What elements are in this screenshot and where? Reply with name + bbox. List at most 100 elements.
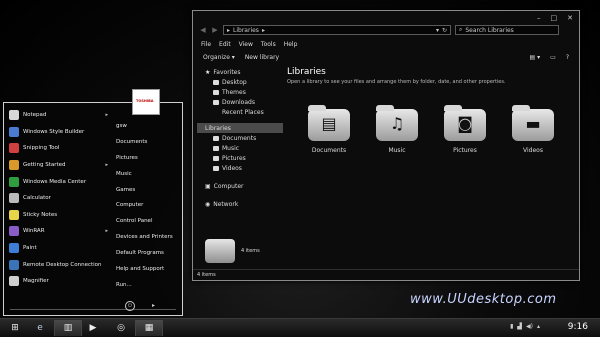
program-label: Paint <box>23 245 37 252</box>
menu-bar: File Edit View Tools Help <box>201 41 297 48</box>
library-list: ▤ Documents ♫ Music ◙ Pictures ▬ Videos <box>291 105 571 154</box>
start-menu-place[interactable]: Pictures <box>116 151 180 167</box>
start-menu-place[interactable]: Music <box>116 167 180 183</box>
start-menu-place[interactable]: Control Panel <box>116 214 180 230</box>
nav-themes[interactable]: Themes <box>197 87 283 97</box>
divider <box>10 309 176 310</box>
menu-help[interactable]: Help <box>284 41 298 48</box>
forward-icon[interactable]: ▶ <box>211 26 219 34</box>
program-icon <box>9 243 19 254</box>
nav-lib-music[interactable]: Music <box>197 143 283 153</box>
program-item[interactable]: Getting Started ▸ <box>6 157 110 174</box>
organize-button[interactable]: Organize ▾ <box>203 54 235 61</box>
program-item[interactable]: Magnifier <box>6 273 110 290</box>
program-item[interactable]: Paint <box>6 240 110 257</box>
submenu-arrow-icon[interactable]: ▸ <box>105 228 108 234</box>
taskbar-chrome[interactable]: ◎ <box>108 320 134 336</box>
nav-lib-pictures[interactable]: Pictures <box>197 153 283 163</box>
page-subtitle: Open a library to see your files and arr… <box>287 79 506 85</box>
submenu-arrow-icon[interactable]: ▸ <box>105 112 108 118</box>
library-pictures[interactable]: ◙ Pictures <box>435 105 495 154</box>
nav-downloads[interactable]: Downloads <box>197 97 283 107</box>
menu-file[interactable]: File <box>201 41 211 48</box>
address-dropdown-icon[interactable]: ▾ <box>436 27 439 34</box>
start-menu-place[interactable]: Run... <box>116 278 180 294</box>
start-button[interactable]: ⊞ <box>2 320 28 336</box>
folder-icon <box>213 89 219 95</box>
tray-expand-icon[interactable]: ▴ <box>537 323 540 330</box>
breadcrumb-libraries[interactable]: Libraries <box>233 27 259 34</box>
nav-favorites[interactable]: ★ Favorites <box>197 67 283 77</box>
submenu-arrow-icon[interactable]: ▸ <box>105 162 108 168</box>
start-menu-place[interactable]: Devices and Printers <box>116 230 180 246</box>
breadcrumb-dropdown-arrow[interactable]: ▸ <box>262 27 265 34</box>
nav-network[interactable]: ◉ Network <box>197 199 283 209</box>
nav-computer[interactable]: ▣ Computer <box>197 181 283 191</box>
new-library-button[interactable]: New library <box>245 54 279 61</box>
preview-pane-icon[interactable]: ▭ <box>550 54 556 61</box>
start-menu: Notepad ▸ Windows Style Builder Snipping To… <box>3 102 183 316</box>
start-menu-place[interactable]: Default Programs <box>116 246 180 262</box>
user-picture[interactable]: TOSHIBA <box>132 89 160 115</box>
start-menu-place[interactable]: Games <box>116 183 180 199</box>
refresh-icon[interactable]: ↻ <box>442 27 447 34</box>
program-label: Snipping Tool <box>23 145 60 152</box>
clock[interactable]: 9:16 <box>568 322 588 332</box>
program-item[interactable]: Snipping Tool <box>6 140 110 157</box>
program-item[interactable]: Calculator <box>6 190 110 207</box>
start-menu-place[interactable]: gsw <box>116 119 180 135</box>
program-label: Notepad <box>23 112 47 119</box>
search-placeholder: Search Libraries <box>465 26 514 34</box>
menu-view[interactable]: View <box>239 41 253 48</box>
program-item[interactable]: Notepad ▸ <box>6 107 110 124</box>
help-icon[interactable]: ? <box>566 54 569 61</box>
tray-volume-icon[interactable]: ◀) <box>526 323 533 330</box>
program-item[interactable]: Windows Media Center <box>6 173 110 190</box>
nav-recent-places[interactable]: Recent Places <box>197 107 283 117</box>
taskbar-style-builder[interactable]: ▦ <box>135 320 163 336</box>
explorer-window[interactable]: – □ ✕ ◀ ▶ ▸ Libraries ▸ ▾ ↻ ⌕ Search Lib… <box>192 10 580 281</box>
power-icon[interactable]: ⏻ <box>125 301 135 311</box>
nav-libraries[interactable]: Libraries <box>197 123 283 133</box>
program-item[interactable]: Windows Style Builder <box>6 124 110 141</box>
taskbar-internet-explorer[interactable]: e <box>27 320 53 336</box>
start-menu-place[interactable]: Documents <box>116 135 180 151</box>
view-options-icon[interactable]: ▤ ▾ <box>530 54 541 61</box>
network-icon: ◉ <box>205 200 211 208</box>
library-videos[interactable]: ▬ Videos <box>503 105 563 154</box>
program-icon <box>9 209 19 220</box>
folder-icon <box>213 79 219 85</box>
minimize-button[interactable]: – <box>537 14 541 22</box>
search-box[interactable]: ⌕ Search Libraries <box>455 25 559 35</box>
taskbar-media-player[interactable]: ▶ <box>80 320 106 336</box>
close-button[interactable]: ✕ <box>567 14 573 22</box>
tray-network-icon[interactable]: ▟ <box>517 323 522 330</box>
start-menu-place[interactable]: Computer <box>116 198 180 214</box>
address-row: ◀ ▶ ▸ Libraries ▸ ▾ ↻ ⌕ Search Libraries <box>199 24 573 36</box>
window-controls: – □ ✕ <box>537 14 573 22</box>
taskbar-windows-explorer[interactable]: ▥ <box>54 320 82 336</box>
program-item[interactable]: WinRAR ▸ <box>6 223 110 240</box>
nav-desktop[interactable]: Desktop <box>197 77 283 87</box>
videos-library-icon: ▬ <box>512 105 554 141</box>
program-icon <box>9 176 19 187</box>
maximize-button[interactable]: □ <box>551 14 558 22</box>
address-bar[interactable]: ▸ Libraries ▸ ▾ ↻ <box>223 25 451 35</box>
start-menu-places: gsw Documents Pictures Music Games Computer Co… <box>116 119 180 294</box>
menu-edit[interactable]: Edit <box>219 41 231 48</box>
documents-library-icon: ▤ <box>308 105 350 141</box>
program-item[interactable]: Remote Desktop Connection <box>6 256 110 273</box>
power-options-arrow[interactable]: ▸ <box>152 302 155 309</box>
start-menu-place[interactable]: Help and Support <box>116 262 180 278</box>
nav-lib-videos[interactable]: Videos <box>197 163 283 173</box>
folder-icon: ▥ <box>63 323 73 333</box>
library-documents[interactable]: ▤ Documents <box>299 105 359 154</box>
nav-lib-documents[interactable]: Documents <box>197 133 283 143</box>
program-item[interactable]: Sticky Notes <box>6 207 110 224</box>
back-icon[interactable]: ◀ <box>199 26 207 34</box>
navigation-pane: ★ Favorites Desktop Themes Downloads Rec… <box>197 67 283 268</box>
watermark-text: www.UUdesktop.com <box>410 292 557 307</box>
menu-tools[interactable]: Tools <box>261 41 276 48</box>
library-music[interactable]: ♫ Music <box>367 105 427 154</box>
tray-battery-icon[interactable]: ▮ <box>510 323 513 330</box>
